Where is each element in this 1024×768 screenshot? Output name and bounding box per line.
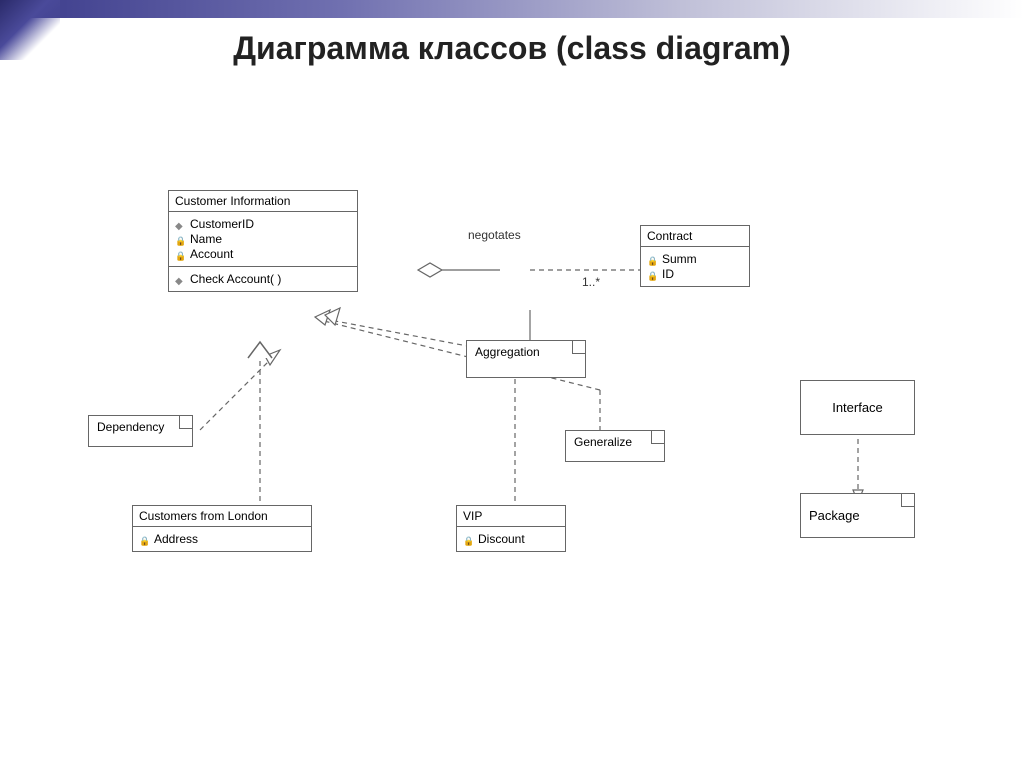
corner-decoration bbox=[0, 0, 60, 60]
vip-box: VIP Discount bbox=[456, 505, 566, 552]
dependency-note: Dependency bbox=[88, 415, 193, 447]
interface-box: Interface bbox=[800, 380, 915, 435]
key-icon bbox=[175, 218, 187, 230]
generalize-note: Generalize bbox=[565, 430, 665, 462]
dependency-label: Dependency bbox=[97, 420, 164, 434]
aggregation-note: Aggregation bbox=[466, 340, 586, 378]
field-account: Account bbox=[175, 247, 351, 261]
page-title: Диаграмма классов (class diagram) bbox=[0, 30, 1024, 67]
customers-from-london-fields: Address bbox=[133, 527, 311, 551]
negotates-label: negotates bbox=[468, 228, 521, 242]
lock-icon-id bbox=[647, 268, 659, 280]
lock-icon-name bbox=[175, 233, 187, 245]
contract-box: Contract Summ ID bbox=[640, 225, 750, 287]
header-decoration bbox=[0, 0, 1024, 18]
customer-info-header: Customer Information bbox=[169, 191, 357, 212]
vip-header: VIP bbox=[457, 506, 565, 527]
field-id: ID bbox=[647, 267, 743, 281]
package-note: Package bbox=[800, 493, 915, 538]
field-name: Name bbox=[175, 232, 351, 246]
lock-icon-summ bbox=[647, 253, 659, 265]
lock-icon-discount bbox=[463, 533, 475, 545]
customers-from-london-box: Customers from London Address bbox=[132, 505, 312, 552]
generalize-label: Generalize bbox=[574, 435, 632, 449]
field-customerid: CustomerID bbox=[175, 217, 351, 231]
key-icon-method bbox=[175, 273, 187, 285]
vip-fields: Discount bbox=[457, 527, 565, 551]
aggregation-label: Aggregation bbox=[475, 345, 540, 359]
field-discount: Discount bbox=[463, 532, 559, 546]
multiplicity-label: 1..* bbox=[582, 275, 600, 289]
contract-header: Contract bbox=[641, 226, 749, 247]
package-label: Package bbox=[809, 508, 860, 523]
customer-info-methods: Check Account( ) bbox=[169, 266, 357, 291]
interface-label: Interface bbox=[832, 400, 883, 415]
customer-information-box: Customer Information CustomerID Name Acc… bbox=[168, 190, 358, 292]
customer-info-fields: CustomerID Name Account bbox=[169, 212, 357, 266]
lock-icon-address bbox=[139, 533, 151, 545]
field-address: Address bbox=[139, 532, 305, 546]
contract-fields: Summ ID bbox=[641, 247, 749, 286]
customers-from-london-header: Customers from London bbox=[133, 506, 311, 527]
lock-icon-account bbox=[175, 248, 187, 260]
method-checkaccount: Check Account( ) bbox=[175, 272, 351, 286]
field-summ: Summ bbox=[647, 252, 743, 266]
